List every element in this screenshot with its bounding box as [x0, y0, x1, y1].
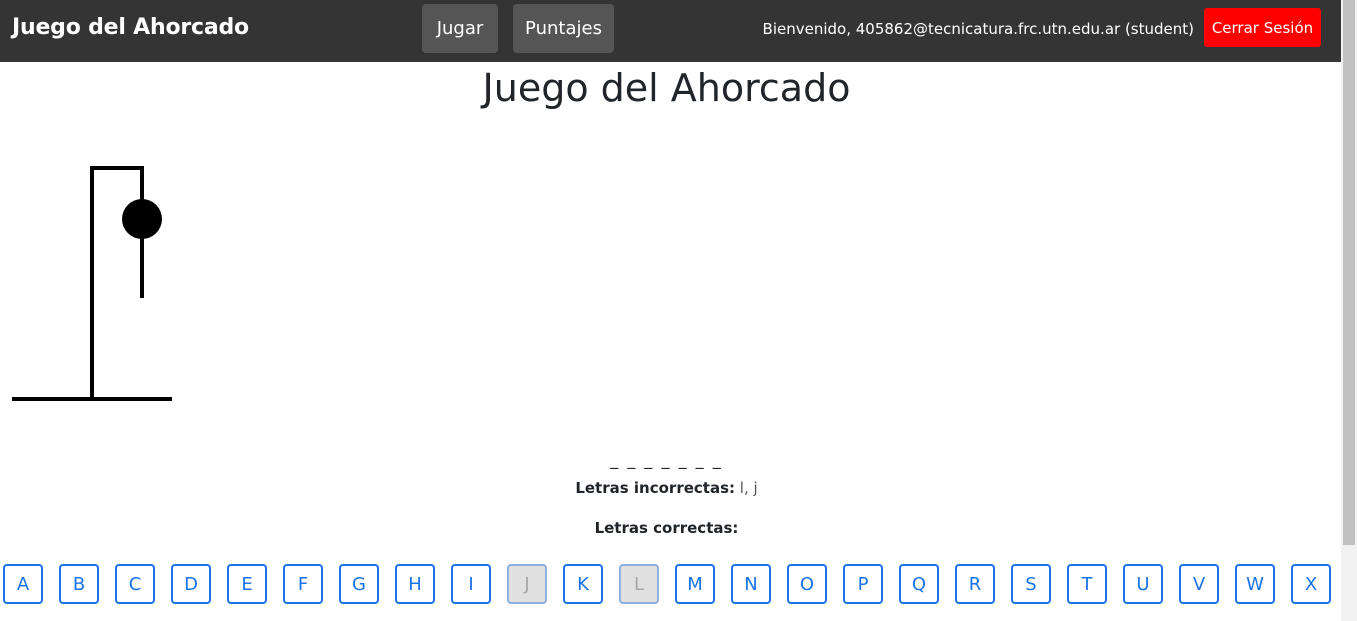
vertical-scrollbar[interactable] [1341, 0, 1357, 621]
letter-button-p[interactable]: P [843, 564, 883, 604]
wrong-letters-value: l, j [739, 479, 758, 497]
wrong-letters: Letras incorrectas: l, j [0, 479, 1333, 497]
page-title: Juego del Ahorcado [482, 66, 851, 110]
nav-puntajes-button[interactable]: Puntajes [513, 4, 614, 53]
letter-button-x[interactable]: X [1291, 564, 1331, 604]
letter-button-r[interactable]: R [955, 564, 995, 604]
nav-jugar-button[interactable]: Jugar [422, 4, 498, 53]
letter-button-m[interactable]: M [675, 564, 715, 604]
letter-button-h[interactable]: H [395, 564, 435, 604]
letter-button-i[interactable]: I [451, 564, 491, 604]
letter-button-d[interactable]: D [171, 564, 211, 604]
letter-button-t[interactable]: T [1067, 564, 1107, 604]
page: Juego del Ahorcado Jugar Puntajes Bienve… [0, 0, 1357, 621]
letter-button-l: L [619, 564, 659, 604]
brand-title[interactable]: Juego del Ahorcado [12, 15, 249, 40]
letter-button-n[interactable]: N [731, 564, 771, 604]
letter-button-e[interactable]: E [227, 564, 267, 604]
letter-button-q[interactable]: Q [899, 564, 939, 604]
letter-button-g[interactable]: G [339, 564, 379, 604]
letter-keyboard: ABCDEFGHIJKLMNOPQRSTUVWX [0, 564, 1341, 621]
hangman-drawing [12, 166, 172, 401]
welcome-text: Bienvenido, 405862@tecnicatura.frc.utn.e… [762, 20, 1194, 38]
letter-button-f[interactable]: F [283, 564, 323, 604]
scrollbar-thumb[interactable] [1343, 0, 1355, 545]
letter-button-s[interactable]: S [1011, 564, 1051, 604]
correct-letters-label: Letras correctas: [594, 519, 739, 537]
letter-button-b[interactable]: B [59, 564, 99, 604]
hangman-head [122, 199, 162, 239]
letter-button-c[interactable]: C [115, 564, 155, 604]
wrong-letters-label: Letras incorrectas: [575, 479, 735, 497]
letter-button-v[interactable]: V [1179, 564, 1219, 604]
correct-letters: Letras correctas: [0, 519, 1333, 537]
navbar: Juego del Ahorcado Jugar Puntajes Bienve… [0, 0, 1341, 62]
letter-button-k[interactable]: K [563, 564, 603, 604]
logout-button[interactable]: Cerrar Sesión [1204, 8, 1321, 47]
letter-button-j: J [507, 564, 547, 604]
letter-button-a[interactable]: A [3, 564, 43, 604]
letter-button-w[interactable]: W [1235, 564, 1275, 604]
letter-button-u[interactable]: U [1123, 564, 1163, 604]
letter-button-o[interactable]: O [787, 564, 827, 604]
word-display: _ _ _ _ _ _ _ [610, 450, 723, 469]
